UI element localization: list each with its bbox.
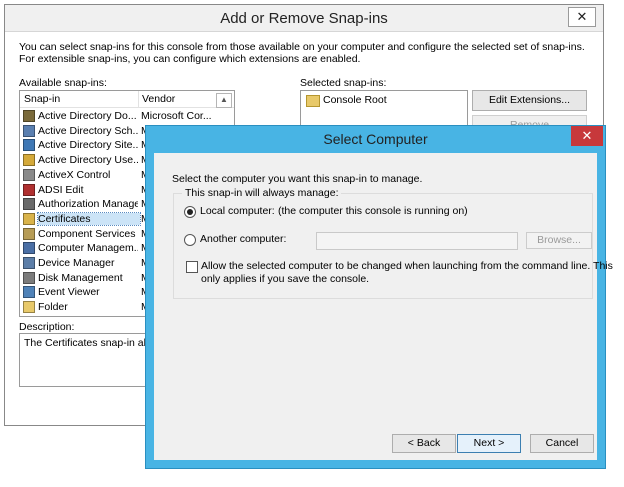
column-header-vendor[interactable]: Vendor — [142, 93, 175, 105]
dialog-body: Select the computer you want this snap-i… — [154, 153, 613, 460]
snapin-name: Computer Managem... — [38, 242, 138, 255]
description-label: Description: — [19, 321, 75, 333]
adsi-edit-icon — [23, 183, 35, 196]
authorization-icon — [23, 198, 35, 211]
snapin-name: Authorization Manager — [38, 198, 138, 211]
ad-sites-icon — [23, 139, 35, 152]
folder-icon — [23, 301, 35, 314]
component-services-icon — [23, 227, 35, 240]
certificates-icon — [23, 212, 35, 225]
ad-schema-icon — [23, 124, 35, 137]
list-header: Snap-in Vendor ▲ — [20, 91, 234, 108]
intro-text: You can select snap-ins for this console… — [19, 41, 585, 65]
disk-management-icon — [23, 271, 35, 284]
select-computer-dialog: Select Computer ✕ Select the computer yo… — [145, 125, 613, 469]
local-computer-radio[interactable] — [184, 206, 196, 218]
ad-users-icon — [23, 154, 35, 167]
snapin-name: Event Viewer — [38, 286, 100, 299]
description-box: The Certificates snap-in allow — [19, 333, 161, 387]
snapin-name: Active Directory Sch... — [38, 124, 138, 137]
snapin-name: Active Directory Do... — [38, 110, 137, 122]
another-computer-radio[interactable] — [184, 234, 196, 246]
window-title: Add or Remove Snap-ins — [220, 10, 388, 27]
description-text: The Certificates snap-in allow — [24, 337, 161, 349]
scroll-up-icon[interactable]: ▲ — [216, 93, 232, 108]
computer-management-icon — [23, 242, 35, 255]
next-button[interactable]: Next > — [457, 434, 521, 453]
column-divider[interactable] — [138, 91, 139, 107]
allow-change-checkbox[interactable] — [186, 261, 198, 273]
snapin-name: Active Directory Use... — [38, 154, 138, 167]
folder-icon — [306, 95, 320, 107]
local-computer-label[interactable]: Local computer: — [200, 205, 275, 217]
snapin-name: ADSI Edit — [38, 183, 84, 196]
another-computer-input[interactable] — [316, 232, 518, 250]
available-snapins-label: Available snap-ins: — [19, 77, 107, 89]
group-label: This snap-in will always manage: — [182, 187, 342, 199]
browse-button[interactable]: Browse... — [526, 232, 592, 249]
cancel-button[interactable]: Cancel — [530, 434, 594, 453]
snapin-name: Component Services — [38, 227, 136, 240]
dialog-prompt: Select the computer you want this snap-i… — [172, 173, 423, 185]
snapin-name: Folder — [38, 301, 68, 314]
dialog-title: Select Computer — [323, 131, 428, 147]
snapin-name: Disk Management — [38, 271, 123, 284]
event-viewer-icon — [23, 286, 35, 299]
console-root-node[interactable]: Console Root — [323, 94, 387, 106]
snapin-row[interactable]: Active Directory Do... Microsoft Cor... — [20, 109, 234, 124]
another-computer-label[interactable]: Another computer: — [200, 233, 286, 245]
column-header-snapin[interactable]: Snap-in — [24, 93, 60, 105]
selected-snapins-label: Selected snap-ins: — [300, 77, 387, 89]
title-bar[interactable]: Add or Remove Snap-ins ✕ — [5, 5, 603, 32]
snapin-vendor: Microsoft Cor... — [141, 110, 212, 122]
edit-extensions-button[interactable]: Edit Extensions... — [472, 90, 587, 111]
snapin-name: Active Directory Site... — [38, 139, 138, 152]
snapin-name: Device Manager — [38, 257, 115, 269]
snapin-name: Certificates — [37, 211, 141, 226]
device-manager-icon — [23, 257, 35, 269]
allow-change-text-line2: only applies if you save the console. — [201, 273, 370, 285]
back-button[interactable]: < Back — [392, 434, 456, 453]
allow-change-text-line1: Allow the selected computer to be change… — [201, 260, 613, 272]
ad-domains-icon — [23, 110, 35, 122]
manage-group-box: This snap-in will always manage: Local c… — [173, 187, 613, 299]
snapin-name: ActiveX Control — [38, 168, 111, 181]
close-icon[interactable]: ✕ — [571, 126, 603, 146]
close-icon[interactable]: ✕ — [568, 7, 596, 27]
local-computer-description: (the computer this console is running on… — [278, 205, 468, 217]
activex-icon — [23, 168, 35, 181]
